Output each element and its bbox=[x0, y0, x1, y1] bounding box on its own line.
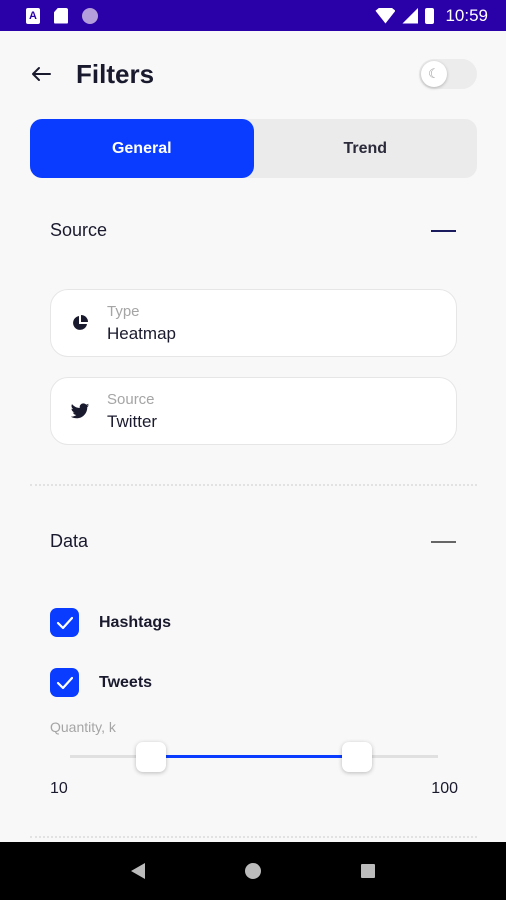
source-section-header[interactable]: Source bbox=[50, 220, 456, 241]
nav-home-button[interactable] bbox=[241, 859, 265, 883]
type-field[interactable]: Type Heatmap bbox=[50, 289, 457, 357]
collapse-icon bbox=[431, 540, 456, 543]
nav-recents-button[interactable] bbox=[356, 859, 380, 883]
bottom-divider bbox=[30, 836, 477, 838]
status-time: 10:59 bbox=[445, 5, 488, 25]
tab-general[interactable]: General bbox=[30, 119, 254, 178]
arrow-left-icon bbox=[32, 67, 51, 81]
twitter-icon bbox=[51, 402, 107, 420]
quantity-label: Quantity, k bbox=[50, 719, 116, 735]
source-section-title: Source bbox=[50, 220, 108, 240]
circle-home-icon bbox=[244, 863, 261, 879]
wifi-icon bbox=[375, 7, 396, 24]
square-recents-icon bbox=[361, 864, 376, 878]
check-icon bbox=[56, 676, 73, 689]
tweets-checkbox-row[interactable]: Tweets bbox=[50, 668, 152, 697]
back-button[interactable] bbox=[28, 61, 54, 87]
sd-card-icon bbox=[54, 7, 68, 24]
type-field-label: Type bbox=[107, 302, 140, 320]
moon-icon: ☾ bbox=[421, 61, 447, 87]
source-field-value: Twitter bbox=[107, 411, 158, 431]
tab-bar: General Trend bbox=[30, 119, 477, 178]
battery-icon bbox=[425, 7, 435, 24]
hashtags-label: Hashtags bbox=[99, 613, 172, 631]
toolbar: Filters ☾ bbox=[0, 31, 506, 117]
nav-back-button[interactable] bbox=[126, 859, 150, 883]
tweets-checkbox[interactable] bbox=[50, 668, 79, 697]
tab-trend[interactable]: Trend bbox=[254, 119, 478, 178]
source-field[interactable]: Source Twitter bbox=[50, 377, 457, 445]
a-icon: A bbox=[26, 7, 40, 24]
notification-icons: A bbox=[26, 7, 98, 24]
check-icon bbox=[56, 616, 73, 629]
source-field-label: Source bbox=[107, 390, 155, 408]
data-section-header[interactable]: Data bbox=[50, 531, 456, 552]
triangle-back-icon bbox=[130, 863, 145, 879]
status-bar: A 10:59 bbox=[0, 0, 506, 31]
system-icons: 10:59 bbox=[375, 6, 488, 26]
hashtags-checkbox-row[interactable]: Hashtags bbox=[50, 608, 171, 637]
quantity-slider-fill bbox=[150, 755, 358, 758]
page-title: Filters bbox=[76, 58, 155, 89]
data-section-title: Data bbox=[50, 531, 89, 551]
theme-toggle[interactable]: ☾ bbox=[419, 59, 477, 89]
type-field-value: Heatmap bbox=[107, 323, 176, 343]
tweets-label: Tweets bbox=[99, 673, 153, 691]
quantity-slider-min-handle[interactable] bbox=[135, 742, 166, 772]
section-divider bbox=[30, 484, 477, 486]
quantity-slider-max-handle[interactable] bbox=[342, 742, 373, 772]
collapse-icon bbox=[431, 229, 456, 232]
signal-icon bbox=[402, 7, 419, 24]
circle-icon bbox=[82, 7, 98, 24]
quantity-min-value: 10 bbox=[50, 780, 68, 797]
hashtags-checkbox[interactable] bbox=[50, 608, 79, 637]
quantity-max-value: 100 bbox=[431, 780, 458, 797]
navigation-bar bbox=[0, 842, 506, 900]
pie-chart-icon bbox=[51, 314, 107, 332]
